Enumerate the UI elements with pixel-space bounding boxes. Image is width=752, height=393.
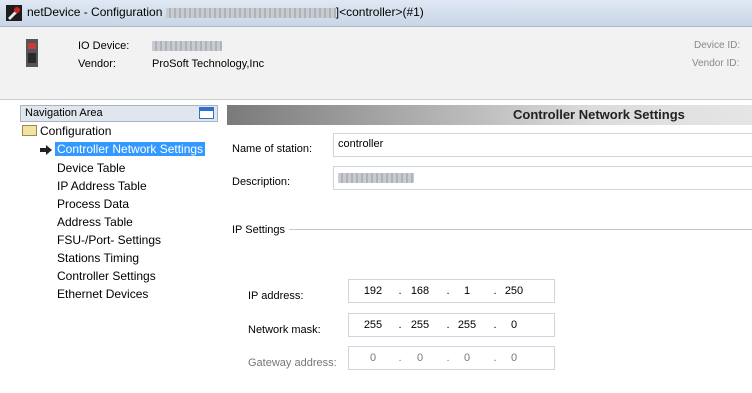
content-panel: Controller Network Settings Name of stat…: [227, 105, 752, 393]
ip-dot: .: [398, 285, 402, 297]
tree-root-configuration[interactable]: Configuration: [22, 124, 111, 138]
ip-dot: .: [446, 285, 450, 297]
description-input[interactable]: [333, 166, 752, 190]
ip-octet-2[interactable]: 168: [406, 285, 434, 297]
gateway-octet-1[interactable]: 0: [359, 352, 387, 364]
mask-dot: .: [398, 319, 402, 331]
device-icon: [26, 39, 38, 67]
gateway-octet-2[interactable]: 0: [406, 352, 434, 364]
mask-octet-1[interactable]: 255: [359, 319, 387, 331]
gateway-dot: .: [398, 352, 402, 364]
vendor-id-label: Vendor ID:: [692, 58, 740, 69]
nav-item-controller-settings[interactable]: Controller Settings: [57, 269, 156, 283]
redacted-path: [165, 7, 336, 18]
mask-octet-4[interactable]: 0: [500, 319, 528, 331]
window-title-suffix: ]<controller>(#1): [335, 5, 424, 19]
description-label: Description:: [232, 176, 291, 188]
device-id-label: Device ID:: [694, 40, 741, 51]
window-title-prefix: netDevice - Configuration: [27, 5, 163, 19]
title-bar: netDevice - Configuration ]<controller>(…: [0, 0, 752, 27]
navigation-area: Navigation Area Configuration Controller…: [20, 105, 218, 393]
nav-item-device-table[interactable]: Device Table: [57, 161, 125, 175]
io-device-label: IO Device:: [78, 40, 130, 52]
io-device-value: [152, 41, 222, 51]
nav-item-ip-address-table[interactable]: IP Address Table: [57, 179, 147, 193]
gateway-address-label: Gateway address:: [248, 357, 337, 369]
gateway-octet-3[interactable]: 0: [453, 352, 481, 364]
device-header: IO Device: Vendor: ProSoft Technology,In…: [0, 27, 752, 100]
nav-item-ethernet-devices[interactable]: Ethernet Devices: [57, 287, 148, 301]
station-name-input[interactable]: controller: [333, 133, 752, 157]
mask-dot: .: [493, 319, 497, 331]
nav-item-controller-network-settings[interactable]: Controller Network Settings: [55, 142, 206, 156]
ip-address-label: IP address:: [248, 290, 304, 302]
mask-octet-2[interactable]: 255: [406, 319, 434, 331]
gateway-octet-4[interactable]: 0: [500, 352, 528, 364]
ip-octet-1[interactable]: 192: [359, 285, 387, 297]
gateway-dot: .: [446, 352, 450, 364]
ip-settings-label: IP Settings: [232, 224, 285, 236]
nav-item-process-data[interactable]: Process Data: [57, 197, 129, 211]
gateway-address-input[interactable]: 0 . 0 . 0 . 0: [348, 346, 555, 370]
nav-item-stations-timing[interactable]: Stations Timing: [57, 251, 139, 265]
content-header: Controller Network Settings: [227, 105, 752, 125]
vendor-value: ProSoft Technology,Inc: [152, 58, 265, 70]
ip-settings-divider: [289, 229, 752, 230]
ip-octet-4[interactable]: 250: [500, 285, 528, 297]
vendor-label: Vendor:: [78, 58, 116, 70]
folder-icon: [22, 125, 37, 137]
window-title: netDevice - Configuration ]<controller>(…: [27, 5, 424, 19]
tree-root-label: Configuration: [40, 124, 112, 138]
window-toggle-icon[interactable]: [199, 107, 214, 119]
ip-dot: .: [493, 285, 497, 297]
description-value: [338, 173, 414, 183]
app-wrench-icon: [6, 5, 22, 21]
content-title: Controller Network Settings: [513, 107, 685, 122]
mask-octet-3[interactable]: 255: [453, 319, 481, 331]
station-name-value: controller: [338, 138, 384, 150]
navigation-header: Navigation Area: [20, 105, 218, 122]
nav-item-fsu-port-settings[interactable]: FSU-/Port- Settings: [57, 233, 161, 247]
network-mask-input[interactable]: 255 . 255 . 255 . 0: [348, 313, 555, 337]
station-name-label: Name of station:: [232, 143, 313, 155]
nav-item-address-table[interactable]: Address Table: [57, 215, 133, 229]
ip-address-input[interactable]: 192 . 168 . 1 . 250: [348, 279, 555, 303]
ip-octet-3[interactable]: 1: [453, 285, 481, 297]
gateway-dot: .: [493, 352, 497, 364]
arrow-right-icon: [40, 145, 52, 155]
mask-dot: .: [446, 319, 450, 331]
navigation-title: Navigation Area: [25, 107, 103, 119]
network-mask-label: Network mask:: [248, 324, 321, 336]
